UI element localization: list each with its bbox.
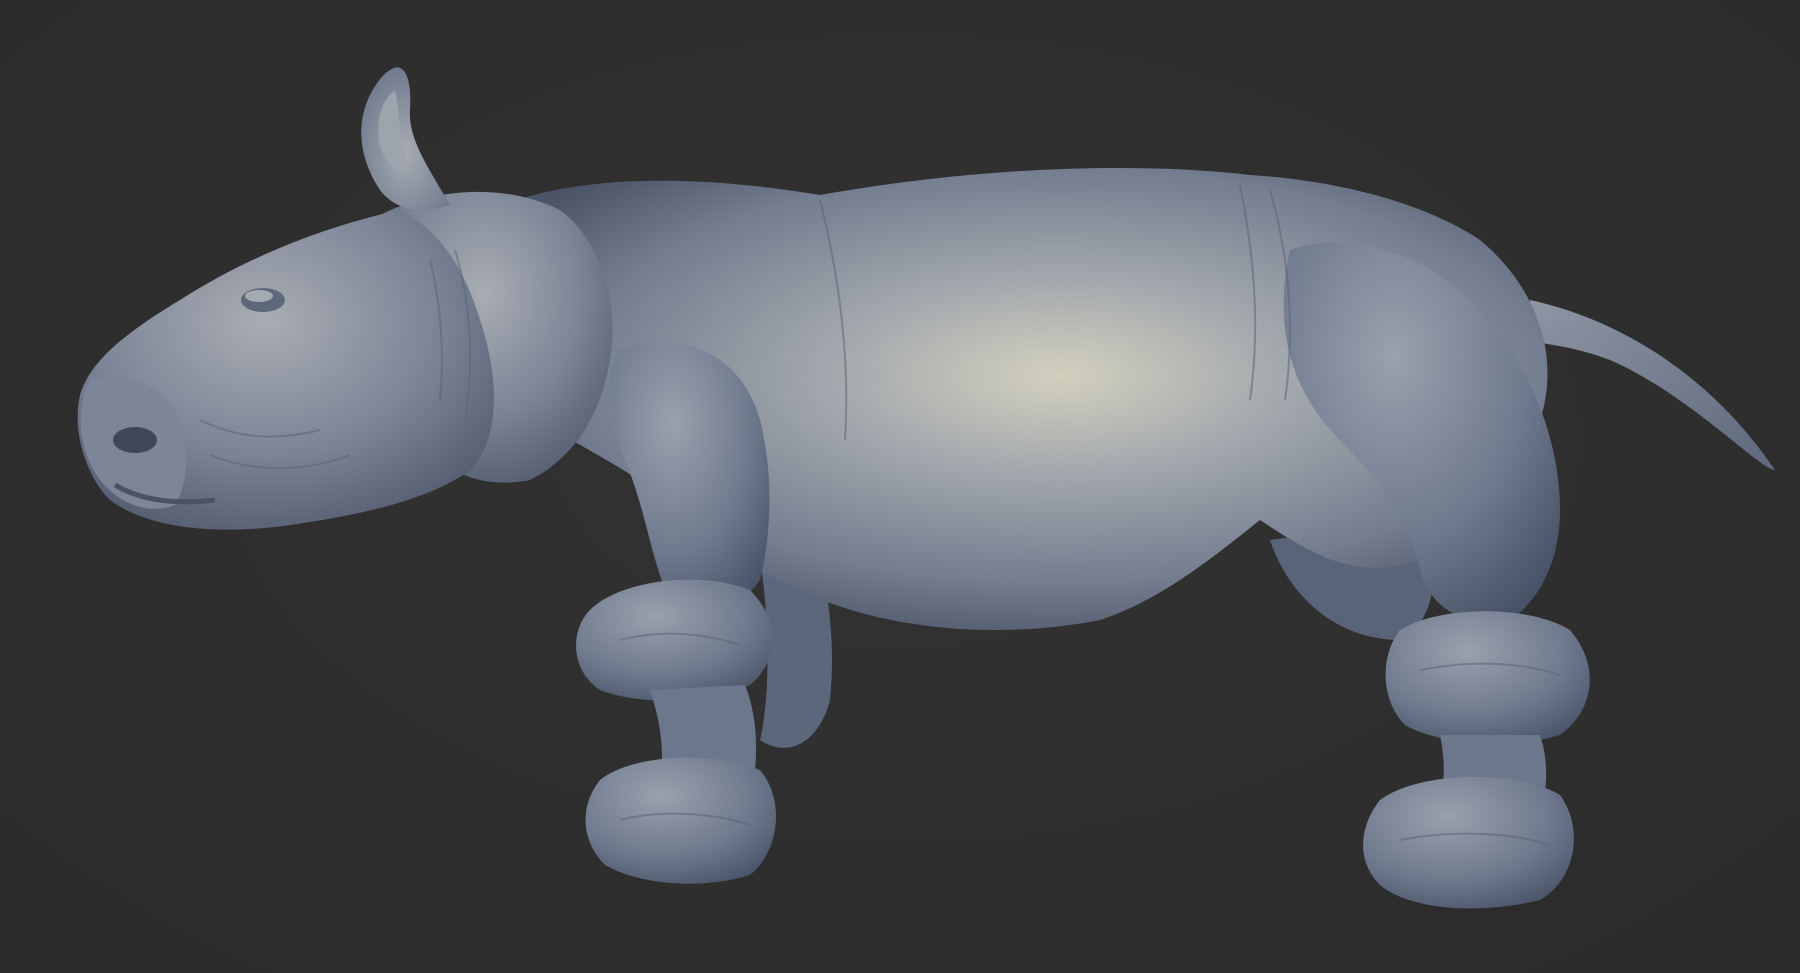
rhino-nostril	[113, 427, 157, 453]
render-viewport	[0, 0, 1800, 973]
rhino-tail	[1530, 300, 1775, 470]
rhino-fore-hoof-lower	[585, 757, 777, 884]
rhino-ear	[361, 67, 450, 210]
rhino-hind-hoof-upper	[1385, 611, 1590, 744]
rhino-render	[77, 67, 1775, 909]
rhino-eye-highlight	[245, 290, 273, 302]
rhino-fore-hoof-upper	[576, 579, 773, 701]
